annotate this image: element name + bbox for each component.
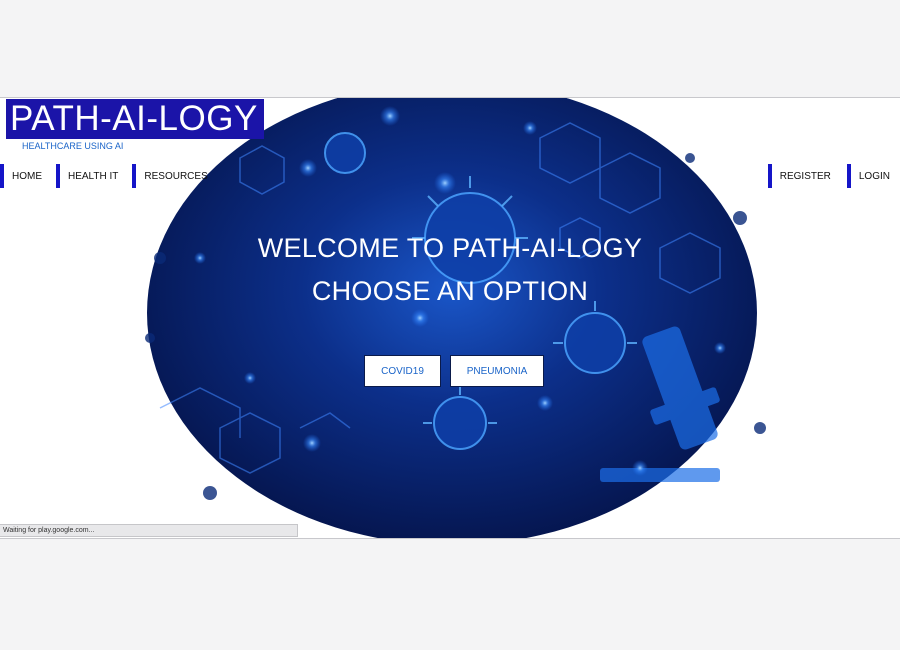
browser-status-bar: Waiting for play.google.com... — [0, 524, 298, 537]
brand-tagline: HEALTHCARE USING AI — [22, 141, 124, 151]
pneumonia-button[interactable]: PNEUMONIA — [450, 355, 544, 387]
nav-health-it[interactable]: HEALTH IT — [56, 164, 130, 188]
nav-resources[interactable]: RESOURCES — [132, 164, 219, 188]
brand-title: PATH-AI-LOGY — [10, 99, 258, 138]
nav-register[interactable]: REGISTER — [767, 164, 839, 188]
main-nav: HOME HEALTH IT RESOURCES — [0, 164, 222, 188]
hero-subheading: CHOOSE AN OPTION — [311, 276, 589, 306]
brand[interactable]: PATH-AI-LOGY — [6, 99, 264, 139]
hero-heading: WELCOME TO PATH-AI-LOGY — [257, 233, 643, 263]
nav-home[interactable]: HOME — [0, 164, 54, 188]
account-nav: REGISTER LOGIN — [760, 164, 898, 188]
brand-logo-box[interactable]: PATH-AI-LOGY — [6, 99, 264, 139]
option-buttons: COVID19 PNEUMONIA — [364, 355, 544, 387]
browser-viewport: PATH-AI-LOGY HEALTHCARE USING AI HOME HE… — [0, 97, 900, 539]
covid19-button[interactable]: COVID19 — [364, 355, 441, 387]
nav-login[interactable]: LOGIN — [846, 164, 898, 188]
